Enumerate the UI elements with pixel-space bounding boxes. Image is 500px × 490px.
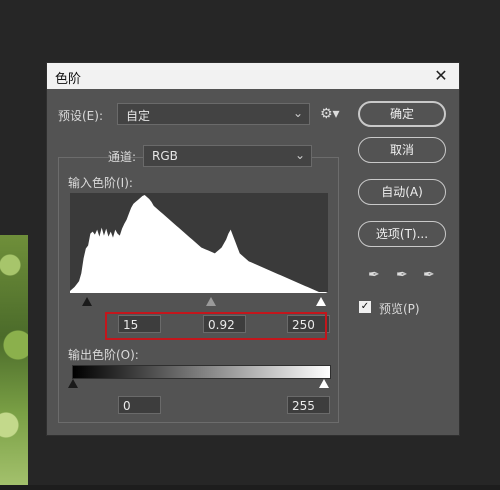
dialog-titlebar: 色阶 ✕ [47,63,459,89]
levels-dialog: 色阶 ✕ 预设(E): 自定 ⌄ ⚙▾ 通道: RGB ⌄ 输入色阶(I): 1… [46,62,460,436]
input-gamma-slider[interactable] [206,297,216,306]
ok-button[interactable]: 确定 [358,101,446,127]
input-levels-label: 输入色阶(I): [68,176,133,190]
background-photo [0,235,28,490]
histogram-path [70,195,328,293]
output-gradient [72,365,331,379]
gear-icon[interactable]: ⚙▾ [320,106,340,122]
input-black-slider[interactable] [82,297,92,306]
histogram-svg [70,195,328,293]
preset-label: 预设(E): [58,109,103,123]
output-levels-label: 输出色阶(O): [68,348,139,362]
channel-value: RGB [152,149,178,163]
histogram [70,193,328,293]
options-button[interactable]: 选项(T)... [358,221,446,247]
chevron-down-icon: ⌄ [292,106,303,120]
channel-select[interactable]: RGB ⌄ [143,145,312,167]
preview-label: 预览(P) [379,302,420,316]
preset-select[interactable]: 自定 ⌄ [117,103,310,125]
input-white-slider[interactable] [316,297,326,306]
output-white-slider[interactable] [319,379,329,388]
eyedropper-white-icon[interactable]: ✒ [423,267,435,283]
channel-label: 通道: [108,150,137,164]
eyedropper-black-icon[interactable]: ✒ [368,267,380,283]
preview-checkbox[interactable]: ✓ [359,301,371,313]
dialog-title: 色阶 [55,72,82,87]
preset-value: 自定 [126,109,151,123]
background-strip [0,485,500,490]
output-white-field[interactable]: 255 [287,396,330,414]
output-black-field[interactable]: 0 [118,396,161,414]
cancel-button[interactable]: 取消 [358,137,446,163]
chevron-down-icon: ⌄ [294,148,305,162]
auto-button[interactable]: 自动(A) [358,179,446,205]
output-black-slider[interactable] [68,379,78,388]
highlight-box [105,312,327,340]
eyedropper-gray-icon[interactable]: ✒ [396,267,408,283]
close-icon[interactable]: ✕ [431,66,451,86]
